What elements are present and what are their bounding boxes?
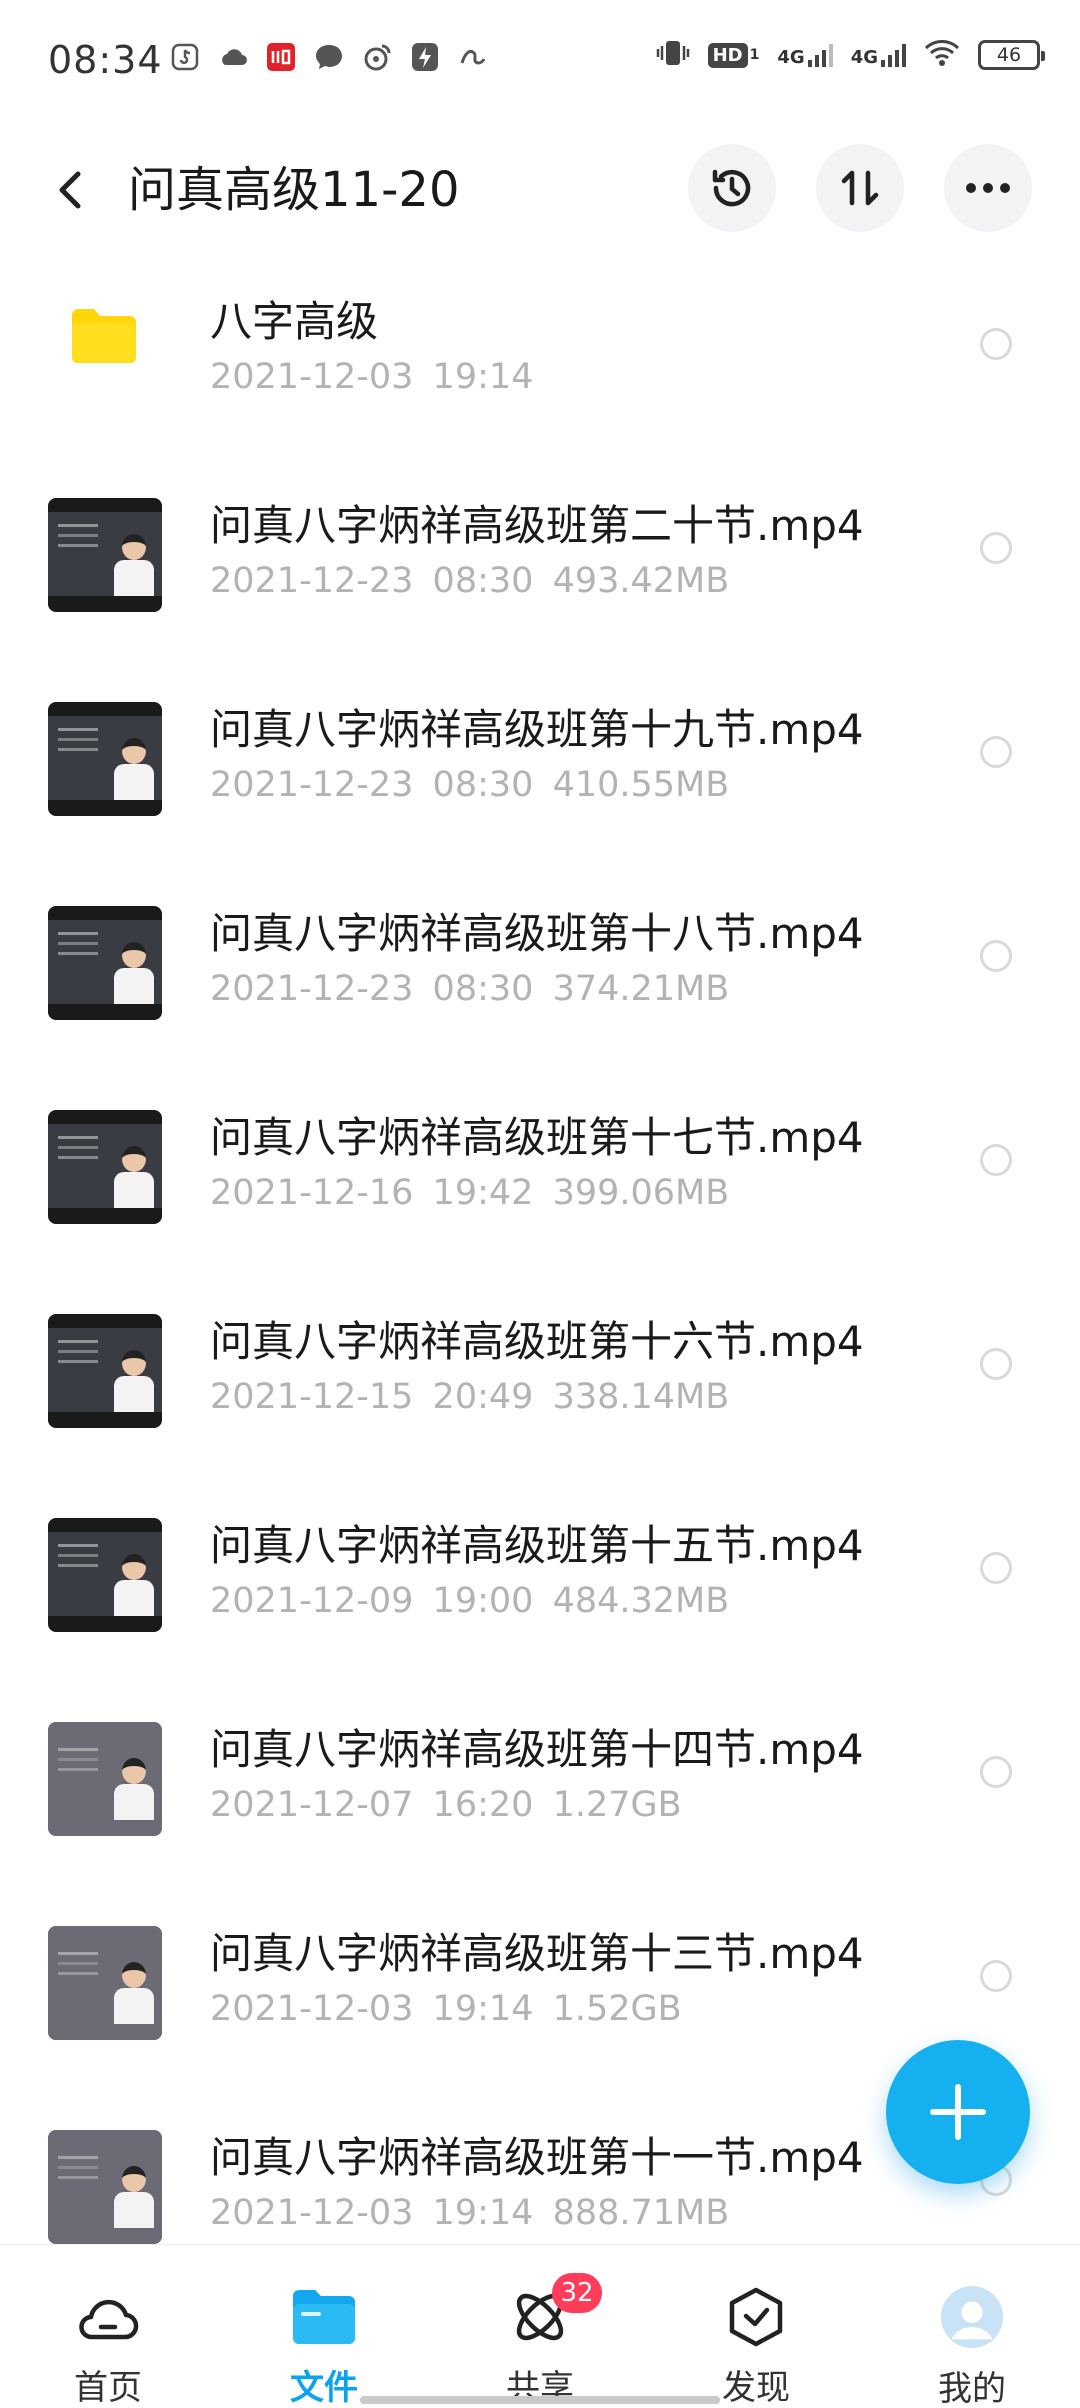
file-name: 问真八字炳祥高级班第十八节.mp4 <box>210 909 864 958</box>
avatar-icon <box>940 2285 1004 2349</box>
signal-icon-1: 4G <box>777 42 833 68</box>
tab-home[interactable]: 首页 <box>28 2245 188 2408</box>
tab-files[interactable]: 文件 <box>244 2245 404 2408</box>
sort-icon <box>841 170 879 206</box>
file-meta: 2021-12-23 08:30 410.55MB <box>210 765 730 805</box>
file-meta: 2021-12-07 16:20 1.27GB <box>210 1785 682 1825</box>
notification-badge: 32 <box>552 2273 602 2313</box>
video-thumbnail <box>48 1926 162 2040</box>
cloud-icon <box>216 40 250 74</box>
file-name: 问真八字炳祥高级班第十九节.mp4 <box>210 705 864 754</box>
list-item[interactable]: 问真八字炳祥高级班第十八节.mp4 2021-12-23 08:30 374.2… <box>0 866 1080 1070</box>
video-thumbnail <box>48 2130 162 2244</box>
tab-profile[interactable]: 我的 <box>892 2245 1052 2408</box>
tiktok-icon <box>168 40 202 74</box>
video-thumbnail <box>48 1518 162 1632</box>
folder-icon <box>72 309 136 363</box>
signal-icon-2: 4G <box>851 42 906 68</box>
list-item[interactable]: 问真八字炳祥高级班第二十节.mp4 2021-12-23 08:30 493.4… <box>0 458 1080 662</box>
tab-label: 发现 <box>722 2368 790 2408</box>
home-indicator[interactable] <box>360 2396 720 2404</box>
select-checkbox[interactable] <box>980 1144 1012 1176</box>
file-name: 问真八字炳祥高级班第十五节.mp4 <box>210 1521 864 1570</box>
status-app-icons <box>168 40 490 74</box>
header: 问真高级11-20 <box>0 140 1080 240</box>
page-title: 问真高级11-20 <box>128 162 460 218</box>
file-name: 问真八字炳祥高级班第二十节.mp4 <box>210 501 864 550</box>
status-bar: 08:34 HD 1 4G 4G 46 <box>0 0 1080 120</box>
link-icon <box>456 40 490 74</box>
file-meta: 2021-12-16 19:42 399.06MB <box>210 1173 730 1213</box>
status-time: 08:34 <box>48 38 163 82</box>
select-checkbox[interactable] <box>980 736 1012 768</box>
file-meta: 2021-12-03 19:14 1.52GB <box>210 1989 682 2029</box>
back-button[interactable] <box>40 160 100 220</box>
more-icon <box>966 183 1010 193</box>
folder-icon <box>293 2289 355 2344</box>
hd-icon: HD 1 <box>707 42 759 68</box>
bolt-icon <box>408 40 442 74</box>
file-meta: 2021-12-23 08:30 493.42MB <box>210 561 730 601</box>
message-icon <box>312 40 346 74</box>
video-thumbnail <box>48 1722 162 1836</box>
select-checkbox[interactable] <box>980 532 1012 564</box>
file-meta: 2021-12-15 20:49 338.14MB <box>210 1377 730 1417</box>
history-button[interactable] <box>688 144 776 232</box>
file-meta: 2021-12-03 19:14 888.71MB <box>210 2193 730 2233</box>
list-item[interactable]: 问真八字炳祥高级班第十四节.mp4 2021-12-07 16:20 1.27G… <box>0 1682 1080 1886</box>
file-list: 八字高级 2021-12-03 19:14 问真八字炳祥高级班第二十节.mp4 … <box>0 254 1080 2294</box>
video-thumbnail <box>48 702 162 816</box>
tab-discover[interactable]: 发现 <box>676 2245 836 2408</box>
iqiyi-icon <box>264 40 298 74</box>
select-checkbox[interactable] <box>980 1348 1012 1380</box>
history-icon <box>712 169 751 207</box>
file-meta: 2021-12-09 19:00 484.32MB <box>210 1581 730 1621</box>
discover-box-icon <box>729 2287 783 2346</box>
video-thumbnail <box>48 1314 162 1428</box>
tab-label: 首页 <box>74 2368 142 2408</box>
file-name: 八字高级 <box>210 297 379 346</box>
select-checkbox[interactable] <box>980 1552 1012 1584</box>
file-meta: 2021-12-23 08:30 374.21MB <box>210 969 730 1009</box>
tab-label: 文件 <box>290 2368 358 2408</box>
plus-icon <box>930 2084 986 2140</box>
sort-button[interactable] <box>816 144 904 232</box>
file-name: 问真八字炳祥高级班第十七节.mp4 <box>210 1113 864 1162</box>
video-thumbnail <box>48 1110 162 1224</box>
list-item[interactable]: 问真八字炳祥高级班第十九节.mp4 2021-12-23 08:30 410.5… <box>0 662 1080 866</box>
chevron-left-icon <box>59 171 81 209</box>
list-item-folder[interactable]: 八字高级 2021-12-03 19:14 <box>0 254 1080 458</box>
select-checkbox[interactable] <box>980 1756 1012 1788</box>
select-checkbox[interactable] <box>980 940 1012 972</box>
list-item[interactable]: 问真八字炳祥高级班第十六节.mp4 2021-12-15 20:49 338.1… <box>0 1274 1080 1478</box>
vibrate-icon <box>656 38 690 72</box>
weibo-icon <box>360 40 394 74</box>
file-name: 问真八字炳祥高级班第十一节.mp4 <box>210 2133 864 2182</box>
tab-share[interactable]: 32 共享 <box>460 2245 620 2408</box>
file-browser-screen: 08:34 HD 1 4G 4G 46 问真高级11-20 八字高级 2021-… <box>0 0 1080 2408</box>
status-system-icons: HD 1 4G 4G 46 <box>656 38 1045 72</box>
add-button[interactable] <box>886 2040 1030 2184</box>
video-thumbnail <box>48 498 162 612</box>
tab-label: 我的 <box>938 2369 1006 2408</box>
video-thumbnail <box>48 906 162 1020</box>
file-name: 问真八字炳祥高级班第十四节.mp4 <box>210 1725 864 1774</box>
file-meta: 2021-12-03 19:14 <box>210 357 534 397</box>
wifi-icon <box>924 39 960 71</box>
file-name: 问真八字炳祥高级班第十六节.mp4 <box>210 1317 864 1366</box>
battery-indicator: 46 <box>978 40 1045 70</box>
select-checkbox[interactable] <box>980 1960 1012 1992</box>
list-item[interactable]: 问真八字炳祥高级班第十五节.mp4 2021-12-09 19:00 484.3… <box>0 1478 1080 1682</box>
bottom-nav: 首页 文件 32 共享 发现 我的 <box>0 2244 1080 2408</box>
select-checkbox[interactable] <box>980 328 1012 360</box>
list-item[interactable]: 问真八字炳祥高级班第十七节.mp4 2021-12-16 19:42 399.0… <box>0 1070 1080 1274</box>
more-button[interactable] <box>944 144 1032 232</box>
file-name: 问真八字炳祥高级班第十三节.mp4 <box>210 1929 864 1978</box>
home-cloud-icon <box>79 2299 139 2339</box>
